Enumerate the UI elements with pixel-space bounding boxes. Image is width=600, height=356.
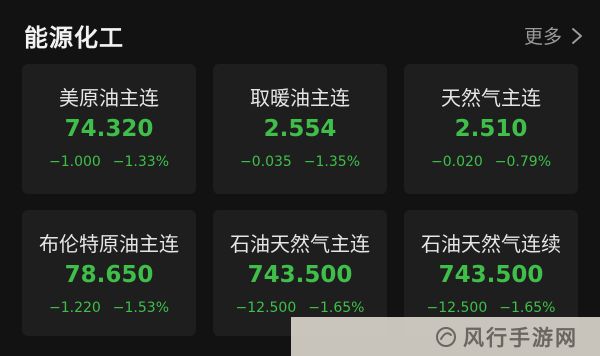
quote-price: 743.500 <box>438 262 544 288</box>
quote-price: 2.510 <box>454 116 528 142</box>
quote-change-pct: −1.65% <box>308 300 365 316</box>
quote-name: 天然气主连 <box>441 86 541 110</box>
quote-change: −12.500 <box>426 300 488 316</box>
quote-card[interactable]: 布伦特原油主连 78.650 −1.220 −1.53% <box>22 210 196 336</box>
quote-name: 石油天然气主连 <box>230 232 370 256</box>
quote-changes: −0.020 −0.79% <box>404 154 578 170</box>
quote-change-pct: −0.79% <box>494 154 552 170</box>
quote-name: 美原油主连 <box>59 86 159 110</box>
quote-change: −1.000 <box>48 154 101 170</box>
quote-name: 取暖油主连 <box>250 86 350 110</box>
section-title: 能源化工 <box>24 24 124 52</box>
quote-change: −1.220 <box>48 300 101 316</box>
quote-price: 2.554 <box>263 116 337 142</box>
quote-changes: −12.500 −1.65% <box>404 300 578 316</box>
quote-name: 石油天然气连续 <box>421 232 561 256</box>
quote-card[interactable]: 天然气主连 2.510 −0.020 −0.79% <box>404 64 578 194</box>
quote-changes: −12.500 −1.65% <box>213 300 387 316</box>
quote-change: −0.035 <box>239 154 292 170</box>
quote-change-pct: −1.33% <box>112 154 170 170</box>
quote-price: 74.320 <box>64 116 154 142</box>
quote-change: −12.500 <box>235 300 297 316</box>
quote-card[interactable]: 取暖油主连 2.554 −0.035 −1.35% <box>213 64 387 194</box>
quote-change: −0.020 <box>430 154 483 170</box>
quote-change-pct: −1.35% <box>303 154 361 170</box>
watermark: 风行手游网 <box>291 317 600 356</box>
quote-change-pct: −1.65% <box>499 300 556 316</box>
more-link[interactable]: 更多 <box>524 22 584 49</box>
watermark-logo-icon <box>436 326 456 347</box>
quote-price: 78.650 <box>64 262 154 288</box>
quote-changes: −0.035 −1.35% <box>213 154 387 170</box>
quote-changes: −1.000 −1.33% <box>22 154 196 170</box>
quote-card[interactable]: 美原油主连 74.320 −1.000 −1.33% <box>22 64 196 194</box>
quote-name: 布伦特原油主连 <box>39 232 179 256</box>
watermark-text: 风行手游网 <box>463 325 578 350</box>
quote-changes: −1.220 −1.53% <box>22 300 196 316</box>
quote-price: 743.500 <box>247 262 353 288</box>
chevron-right-icon <box>572 27 582 44</box>
section-header: 能源化工 更多 <box>0 0 600 62</box>
more-label: 更多 <box>523 26 562 48</box>
quote-change-pct: −1.53% <box>112 300 170 316</box>
